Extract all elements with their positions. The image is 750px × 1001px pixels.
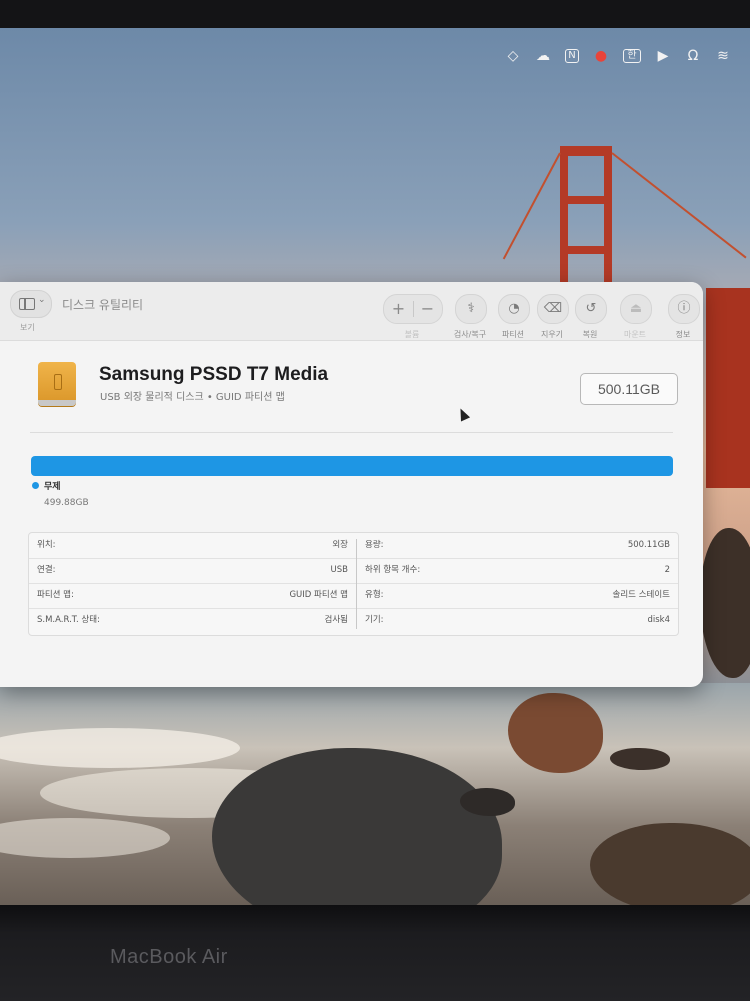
unmount-button[interactable]: ⏏ <box>620 294 652 324</box>
info-value: 검사됨 <box>324 615 348 625</box>
rock <box>460 788 515 816</box>
info-icon: ⓘ <box>677 301 691 316</box>
capacity-badge: 500.11GB <box>580 373 678 405</box>
volume-legend-size: 499.88GB <box>44 498 89 508</box>
wifi-icon[interactable]: ≋ <box>715 48 731 64</box>
info-key: 파티션 맵: <box>37 590 74 600</box>
info-key: 위치: <box>37 540 56 550</box>
stethoscope-icon: ⚕ <box>467 301 475 316</box>
info-row: 용량: 500.11GB <box>357 533 678 559</box>
info-row: S.M.A.R.T. 상태: 검사됨 <box>29 608 356 633</box>
notion-icon[interactable]: N <box>565 49 579 63</box>
view-label: 보기 <box>20 323 35 332</box>
disk-name: Samsung PSSD T7 Media <box>99 364 329 385</box>
menubar-status-icons: ◇ ☁ N ● 한 ▶ Ω ≋ <box>505 48 731 64</box>
usb-symbol <box>54 374 62 390</box>
info-key: 용량: <box>365 540 384 550</box>
bridge-crossbeam <box>560 196 612 204</box>
rock <box>590 823 750 908</box>
headphones-icon[interactable]: Ω <box>685 48 701 64</box>
remove-volume-button[interactable]: − <box>413 295 442 323</box>
eraser-icon: ⌫ <box>543 301 563 316</box>
info-key: 하위 항목 개수: <box>365 565 421 575</box>
add-volume-button[interactable]: + <box>384 295 413 323</box>
info-key: S.M.A.R.T. 상태: <box>37 615 100 625</box>
info-key: 기기: <box>365 615 384 625</box>
chevron-down-icon: ⌄ <box>38 295 46 305</box>
unmount-label: 마운트 <box>623 330 647 339</box>
disk-description: USB 외장 물리적 디스크 • GUID 파티션 맵 <box>100 392 285 403</box>
info-row: 하위 항목 개수: 2 <box>357 558 678 584</box>
info-key: 연결: <box>37 565 56 575</box>
rock <box>610 748 670 770</box>
pie-chart-icon: ◔ <box>508 301 520 316</box>
info-value: 2 <box>664 565 670 575</box>
partition-button[interactable]: ◔ <box>498 294 530 324</box>
disk-info-table: 위치: 외장 연결: USB 파티션 맵: GUID 파티션 맵 S.M.A.R… <box>28 532 679 636</box>
info-value: 500.11GB <box>627 540 670 550</box>
usage-bar <box>31 456 673 476</box>
info-value: GUID 파티션 맵 <box>289 590 348 600</box>
bridge-far-tower <box>706 288 750 488</box>
window-title: 디스크 유틸리티 <box>62 298 144 312</box>
record-icon[interactable]: ● <box>593 48 609 64</box>
bridge-crossbeam <box>560 146 612 156</box>
sidebar-icon <box>19 298 35 310</box>
bridge-cable <box>502 152 561 260</box>
divider <box>413 301 414 317</box>
external-drive-icon <box>38 362 76 406</box>
info-row: 파티션 맵: GUID 파티션 맵 <box>29 583 356 609</box>
info-row: 위치: 외장 <box>29 533 356 559</box>
legend-dot <box>32 482 39 489</box>
play-icon[interactable]: ▶ <box>655 48 671 64</box>
volume-label: 볼륨 <box>404 330 420 339</box>
bridge-crossbeam <box>560 246 612 254</box>
restore-button[interactable]: ↺ <box>575 294 607 324</box>
eject-icon: ⏏ <box>629 301 643 316</box>
bridge-cable <box>611 152 747 259</box>
sidebar-toggle-button[interactable]: ⌄ <box>10 290 52 318</box>
window-toolbar: ⌄ 보기 디스크 유틸리티 + − 볼륨 ⚕ 검사/복구 ◔ 파티션 ⌫ 지우기… <box>0 282 703 341</box>
volume-add-remove-group: + − <box>383 294 443 324</box>
screen-bezel-top <box>0 0 750 30</box>
device-label: MacBook Air <box>110 946 228 968</box>
disk-utility-window: ⌄ 보기 디스크 유틸리티 + − 볼륨 ⚕ 검사/복구 ◔ 파티션 ⌫ 지우기… <box>0 282 703 687</box>
input-method-icon[interactable]: 한 <box>623 49 641 63</box>
divider <box>30 432 673 433</box>
restore-icon: ↺ <box>585 301 597 316</box>
diamond-icon[interactable]: ◇ <box>505 48 521 64</box>
info-button[interactable]: ⓘ <box>668 294 700 324</box>
erase-button[interactable]: ⌫ <box>537 294 569 324</box>
info-key: 유형: <box>365 590 384 600</box>
info-row: 기기: disk4 <box>357 608 678 633</box>
info-value: 솔리드 스테이트 <box>612 590 670 600</box>
info-value: disk4 <box>647 615 670 625</box>
cloud-icon[interactable]: ☁ <box>535 48 551 64</box>
info-label: 정보 <box>675 330 691 339</box>
drive-base <box>38 400 76 406</box>
info-row: 연결: USB <box>29 558 356 584</box>
info-value: 외장 <box>332 540 348 550</box>
restore-label: 복원 <box>582 330 598 339</box>
volume-legend-label: 무제 <box>44 482 61 492</box>
rock <box>700 528 750 678</box>
first-aid-button[interactable]: ⚕ <box>455 294 487 324</box>
info-row: 유형: 솔리드 스테이트 <box>357 583 678 609</box>
info-value: USB <box>330 565 348 575</box>
